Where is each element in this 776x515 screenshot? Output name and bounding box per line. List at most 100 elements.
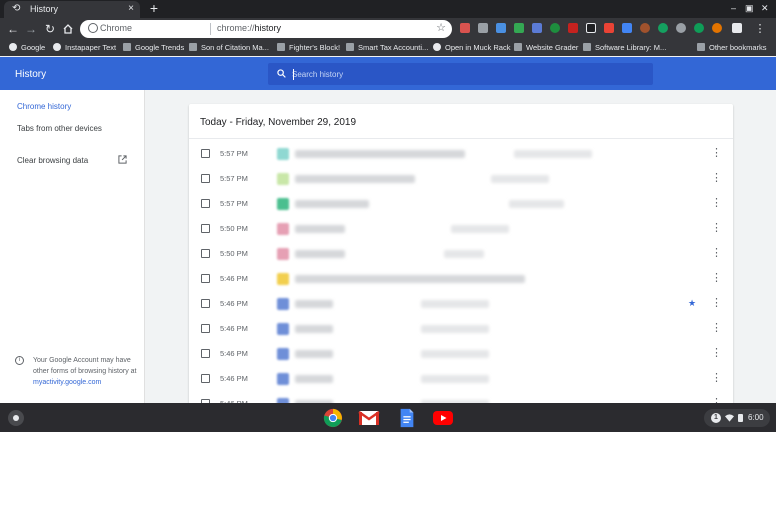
minimize-button[interactable]: – xyxy=(731,3,736,13)
bookmark-item[interactable]: Son of Citation Ma... xyxy=(189,42,269,54)
extension-icon[interactable] xyxy=(622,23,632,33)
history-row[interactable]: 5:46 PM ★ ⋮ xyxy=(189,292,733,317)
history-row[interactable]: 5:57 PM ⋮ xyxy=(189,142,733,167)
history-row[interactable]: 5:46 PM ⋮ xyxy=(189,342,733,367)
extension-icon[interactable] xyxy=(676,23,686,33)
history-row[interactable]: 5:57 PM ⋮ xyxy=(189,167,733,192)
row-checkbox[interactable] xyxy=(201,199,210,208)
bookmark-item[interactable]: Website Grader xyxy=(514,42,578,54)
extension-icon[interactable] xyxy=(658,23,668,33)
extension-icon[interactable] xyxy=(568,23,578,33)
row-checkbox[interactable] xyxy=(201,349,210,358)
page-title-link-redacted[interactable] xyxy=(295,250,345,258)
more-actions-icon[interactable]: ⋮ xyxy=(711,247,722,259)
other-bookmarks-folder[interactable]: Other bookmarks xyxy=(697,42,767,54)
external-link-icon[interactable] xyxy=(118,155,127,164)
bookmark-item[interactable]: Google xyxy=(9,42,45,54)
myactivity-link[interactable]: myactivity.google.com xyxy=(33,379,101,386)
page-title-link-redacted[interactable] xyxy=(295,275,525,283)
history-row[interactable]: 5:50 PM ⋮ xyxy=(189,242,733,267)
new-tab-button[interactable]: + xyxy=(146,0,162,16)
row-checkbox[interactable] xyxy=(201,274,210,283)
page-title-link-redacted[interactable] xyxy=(295,375,333,383)
history-row[interactable]: 5:46 PM ⋮ xyxy=(189,317,733,342)
extension-icon[interactable] xyxy=(460,23,470,33)
menu-kebab-icon[interactable]: ⋮ xyxy=(752,21,768,37)
more-actions-icon[interactable]: ⋮ xyxy=(711,272,722,284)
bookmark-item[interactable]: Smart Tax Accounti... xyxy=(346,42,428,54)
page-title-link-redacted[interactable] xyxy=(295,175,415,183)
row-checkbox[interactable] xyxy=(201,374,210,383)
sidebar-item-clear-browsing-data[interactable]: Clear browsing data xyxy=(17,156,88,165)
page-title-link-redacted[interactable] xyxy=(295,225,345,233)
address-bar[interactable]: Chrome chrome://history ☆ xyxy=(80,20,452,38)
url-path: history xyxy=(254,23,282,33)
more-actions-icon[interactable]: ⋮ xyxy=(711,347,722,359)
extension-icon[interactable] xyxy=(586,23,596,33)
row-checkbox[interactable] xyxy=(201,174,210,183)
extension-icon[interactable] xyxy=(732,23,742,33)
more-actions-icon[interactable]: ⋮ xyxy=(711,322,722,334)
bookmark-item[interactable]: Fighter's Block! xyxy=(277,42,340,54)
extension-icon[interactable] xyxy=(514,23,524,33)
extension-icon[interactable] xyxy=(604,23,614,33)
forward-arrow-icon[interactable]: → xyxy=(23,21,39,37)
bookmark-item[interactable]: Open in Muck Rack xyxy=(433,42,510,54)
extension-icon[interactable] xyxy=(496,23,506,33)
sidebar-item-chrome-history[interactable]: Chrome history xyxy=(17,102,71,111)
row-checkbox[interactable] xyxy=(201,224,210,233)
maximize-button[interactable]: ▣ xyxy=(745,3,754,13)
chrome-info-icon xyxy=(88,23,98,33)
extension-icon[interactable] xyxy=(478,23,488,33)
back-arrow-icon[interactable]: ← xyxy=(5,21,21,37)
row-checkbox[interactable] xyxy=(201,249,210,258)
sidebar-item-tabs-other-devices[interactable]: Tabs from other devices xyxy=(17,124,102,133)
extension-icon[interactable] xyxy=(640,23,650,33)
youtube-app-icon[interactable] xyxy=(432,408,454,428)
domain-redacted xyxy=(421,350,489,358)
more-actions-icon[interactable]: ⋮ xyxy=(711,172,722,184)
domain-redacted xyxy=(491,175,549,183)
domain-redacted xyxy=(444,250,484,258)
row-checkbox[interactable] xyxy=(201,299,210,308)
search-box[interactable] xyxy=(268,63,653,85)
history-row[interactable]: 5:57 PM ⋮ xyxy=(189,192,733,217)
more-actions-icon[interactable]: ⋮ xyxy=(711,297,722,309)
more-actions-icon[interactable]: ⋮ xyxy=(711,222,722,234)
page-title-link-redacted[interactable] xyxy=(295,325,333,333)
row-checkbox[interactable] xyxy=(201,149,210,158)
search-input[interactable] xyxy=(292,68,632,81)
page-title-link-redacted[interactable] xyxy=(295,350,333,358)
close-window-button[interactable]: ✕ xyxy=(761,3,769,13)
reload-icon[interactable]: ↻ xyxy=(42,21,58,37)
close-icon[interactable]: × xyxy=(128,3,134,14)
page-title-link-redacted[interactable] xyxy=(295,200,369,208)
history-row[interactable]: 5:50 PM ⋮ xyxy=(189,217,733,242)
row-checkbox[interactable] xyxy=(201,324,210,333)
history-row[interactable]: 5:46 PM ⋮ xyxy=(189,367,733,392)
launcher-button[interactable] xyxy=(8,410,24,426)
extension-icon[interactable] xyxy=(550,23,560,33)
bookmark-item[interactable]: Instapaper Text xyxy=(53,42,116,54)
more-actions-icon[interactable]: ⋮ xyxy=(711,372,722,384)
history-row[interactable]: 5:46 PM ⋮ xyxy=(189,267,733,292)
tab-history[interactable]: ⟲ History × xyxy=(4,1,140,18)
more-actions-icon[interactable]: ⋮ xyxy=(711,197,722,209)
history-icon: ⟲ xyxy=(12,3,21,14)
domain-redacted xyxy=(514,150,592,158)
bookmark-star-icon[interactable]: ☆ xyxy=(436,21,446,34)
extension-icon[interactable] xyxy=(532,23,542,33)
extension-icon[interactable] xyxy=(694,23,704,33)
bookmark-item[interactable]: Google Trends xyxy=(123,42,184,54)
page-title-link-redacted[interactable] xyxy=(295,150,465,158)
docs-app-icon[interactable] xyxy=(396,408,418,428)
bookmark-item[interactable]: Software Library: M... xyxy=(583,42,666,54)
home-icon[interactable] xyxy=(60,21,76,37)
gmail-app-icon[interactable] xyxy=(358,408,380,428)
extension-icon[interactable] xyxy=(712,23,722,33)
more-actions-icon[interactable]: ⋮ xyxy=(711,147,722,159)
page-title-link-redacted[interactable] xyxy=(295,300,333,308)
status-tray[interactable]: 1 6:00 xyxy=(704,409,770,427)
chrome-app-icon[interactable] xyxy=(322,408,344,428)
bookmarked-star-icon[interactable]: ★ xyxy=(688,298,696,309)
